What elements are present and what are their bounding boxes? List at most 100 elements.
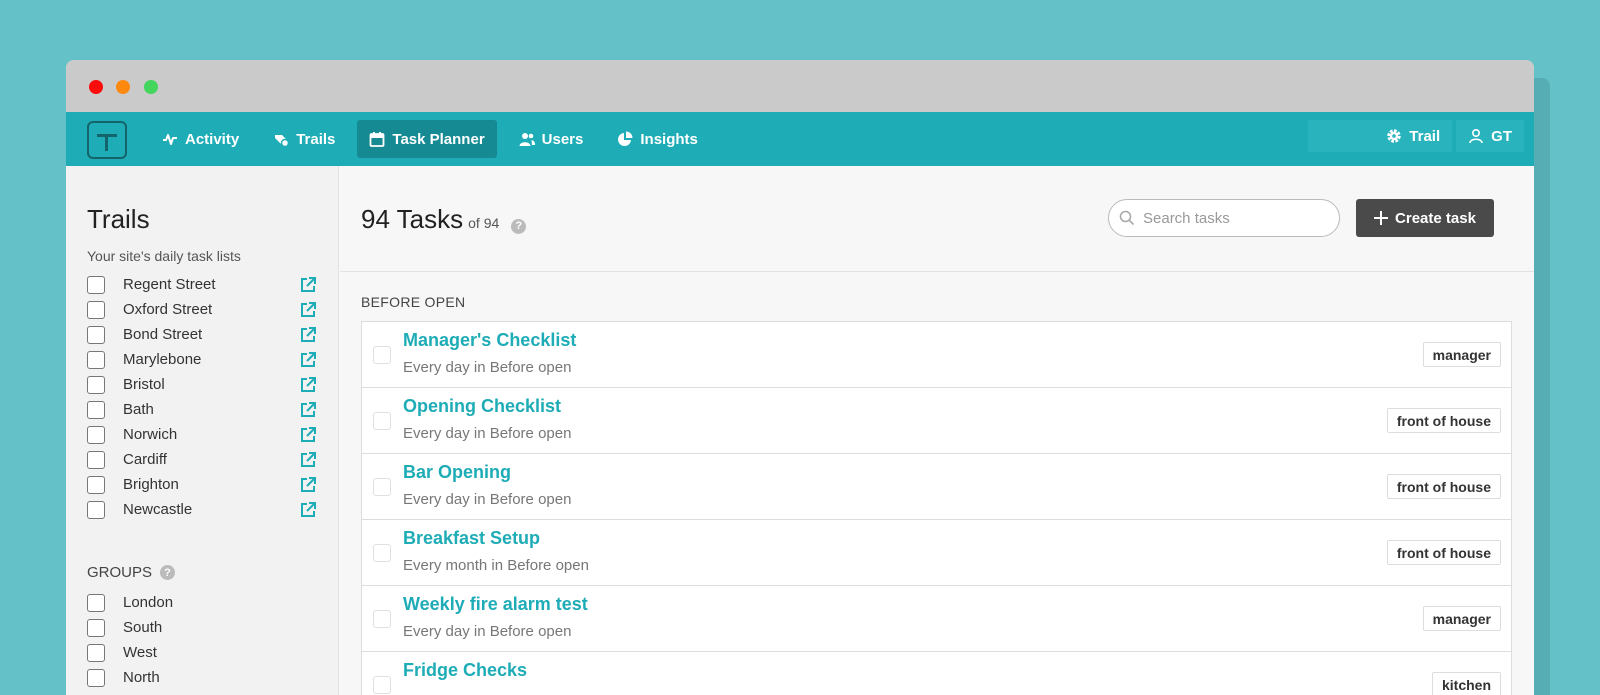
task-schedule: Every month in Before open bbox=[403, 557, 589, 574]
trail-label: Bristol bbox=[123, 376, 165, 393]
trail-list: Regent Street Oxford Street Bond Street … bbox=[87, 272, 317, 522]
app-window: Activity Trails Task Planner Users Insig… bbox=[66, 60, 1534, 695]
task-tag: manager bbox=[1422, 606, 1501, 631]
task-tag: front of house bbox=[1386, 540, 1501, 565]
task-name[interactable]: Breakfast Setup bbox=[403, 528, 540, 549]
external-link-icon[interactable] bbox=[299, 426, 317, 444]
trails-sidebar: Trails Your site's daily task lists Rege… bbox=[66, 166, 339, 695]
external-link-icon[interactable] bbox=[299, 351, 317, 369]
task-row: Breakfast Setup Every month in Before op… bbox=[362, 520, 1511, 586]
trail-checkbox[interactable] bbox=[87, 450, 105, 469]
calendar-icon bbox=[369, 132, 385, 147]
nav-blank-slot bbox=[1308, 120, 1375, 152]
task-name[interactable]: Manager's Checklist bbox=[403, 330, 576, 351]
minimize-window-button[interactable] bbox=[116, 80, 130, 94]
external-link-icon[interactable] bbox=[299, 276, 317, 294]
trail-label: Bath bbox=[123, 401, 154, 418]
group-checkbox[interactable] bbox=[87, 643, 105, 662]
sidebar-subtitle: Your site's daily task lists bbox=[87, 248, 241, 264]
trail-label: Brighton bbox=[123, 476, 179, 493]
nav-item-trails[interactable]: Trails bbox=[261, 120, 347, 158]
trail-checkbox[interactable] bbox=[87, 500, 105, 519]
nav-item-label: Users bbox=[541, 130, 584, 148]
trail-label: Cardiff bbox=[123, 451, 167, 468]
task-checkbox[interactable] bbox=[373, 676, 391, 694]
task-count-heading: 94 Tasks of 94 ? bbox=[361, 204, 527, 235]
trails-icon bbox=[275, 135, 290, 147]
trail-checkbox[interactable] bbox=[87, 425, 105, 444]
nav-item-label: Trails bbox=[296, 130, 336, 148]
group-label: London bbox=[123, 594, 174, 611]
trail-checkbox[interactable] bbox=[87, 475, 105, 494]
task-checkbox[interactable] bbox=[373, 412, 391, 430]
activity-icon bbox=[163, 134, 177, 145]
group-list: London South West North bbox=[87, 590, 317, 690]
task-schedule: Every day in Before open bbox=[403, 623, 572, 640]
nav-item-insights[interactable]: Insights bbox=[605, 120, 710, 158]
group-label: North bbox=[123, 669, 160, 686]
close-window-button[interactable] bbox=[89, 80, 103, 94]
create-task-button[interactable]: Create task bbox=[1356, 199, 1494, 237]
group-label: South bbox=[123, 619, 163, 636]
group-item: South bbox=[87, 615, 317, 640]
group-item: West bbox=[87, 640, 317, 665]
title-bar bbox=[66, 60, 1534, 112]
group-checkbox[interactable] bbox=[87, 668, 105, 687]
task-name[interactable]: Opening Checklist bbox=[403, 396, 561, 417]
groups-heading: GROUPS ? bbox=[87, 564, 176, 581]
external-link-icon[interactable] bbox=[299, 401, 317, 419]
task-checkbox[interactable] bbox=[373, 544, 391, 562]
trail-settings-label: Trail bbox=[1409, 127, 1441, 145]
trail-checkbox[interactable] bbox=[87, 400, 105, 419]
user-icon bbox=[1469, 128, 1483, 144]
external-link-icon[interactable] bbox=[299, 451, 317, 469]
maximize-window-button[interactable] bbox=[144, 80, 158, 94]
plus-icon bbox=[1374, 211, 1389, 225]
task-name[interactable]: Fridge Checks bbox=[403, 660, 527, 681]
trail-item: Cardiff bbox=[87, 447, 317, 472]
nav-item-label: Insights bbox=[640, 130, 698, 148]
external-link-icon[interactable] bbox=[299, 476, 317, 494]
task-row: Fridge Checks kitchen bbox=[362, 652, 1511, 695]
task-schedule: Every day in Before open bbox=[403, 359, 572, 376]
task-checkbox[interactable] bbox=[373, 610, 391, 628]
trail-checkbox[interactable] bbox=[87, 300, 105, 319]
group-checkbox[interactable] bbox=[87, 593, 105, 612]
help-icon[interactable]: ? bbox=[511, 218, 527, 234]
group-checkbox[interactable] bbox=[87, 618, 105, 637]
trail-item: Regent Street bbox=[87, 272, 317, 297]
task-row: Manager's Checklist Every day in Before … bbox=[362, 322, 1511, 388]
task-name[interactable]: Bar Opening bbox=[403, 462, 511, 483]
task-total: of 94 bbox=[468, 215, 500, 231]
help-icon[interactable]: ? bbox=[160, 565, 176, 580]
trail-checkbox[interactable] bbox=[87, 275, 105, 294]
trail-checkbox[interactable] bbox=[87, 350, 105, 369]
task-checkbox[interactable] bbox=[373, 346, 391, 364]
trail-item: Marylebone bbox=[87, 347, 317, 372]
task-checkbox[interactable] bbox=[373, 478, 391, 496]
trail-label: Marylebone bbox=[123, 351, 202, 368]
task-schedule: Every day in Before open bbox=[403, 491, 572, 508]
nav-item-label: Activity bbox=[185, 130, 240, 148]
nav-item-activity[interactable]: Activity bbox=[150, 120, 251, 158]
external-link-icon[interactable] bbox=[299, 326, 317, 344]
task-name[interactable]: Weekly fire alarm test bbox=[403, 594, 588, 615]
nav-item-users[interactable]: Users bbox=[507, 120, 596, 158]
trail-checkbox[interactable] bbox=[87, 325, 105, 344]
external-link-icon[interactable] bbox=[299, 501, 317, 519]
external-link-icon[interactable] bbox=[299, 301, 317, 319]
nav-item-task-planner[interactable]: Task Planner bbox=[357, 120, 497, 158]
nav-items: Activity Trails Task Planner Users Insig… bbox=[150, 112, 720, 166]
trail-label: Oxford Street bbox=[123, 301, 213, 318]
task-tag: kitchen bbox=[1431, 672, 1501, 695]
group-item: London bbox=[87, 590, 317, 615]
trail-checkbox[interactable] bbox=[87, 375, 105, 394]
app-logo[interactable] bbox=[87, 121, 127, 159]
trail-settings-button[interactable]: Trail bbox=[1374, 120, 1453, 152]
user-menu-button[interactable]: GT bbox=[1456, 120, 1524, 152]
pie-chart-icon bbox=[618, 131, 633, 146]
external-link-icon[interactable] bbox=[299, 376, 317, 394]
search-input[interactable] bbox=[1143, 209, 1323, 227]
group-item: North bbox=[87, 665, 317, 690]
trail-item: Oxford Street bbox=[87, 297, 317, 322]
